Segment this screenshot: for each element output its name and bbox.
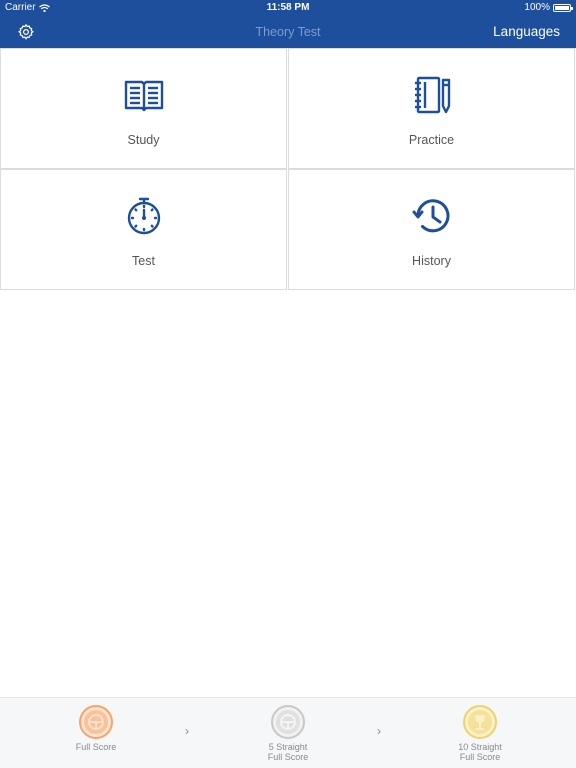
chevron-right-icon: ›	[377, 724, 381, 738]
study-label: Study	[127, 133, 160, 147]
test-label: Test	[132, 254, 155, 268]
battery-icon	[553, 3, 573, 12]
achievement-caption: Full Score	[36, 742, 156, 752]
practice-label: Practice	[408, 133, 455, 147]
history-label: History	[412, 254, 451, 268]
study-tile[interactable]: Study	[0, 48, 287, 169]
achievement-caption-line1: Full Score	[75, 742, 117, 752]
achievement-5-straight[interactable]: 5 Straight Full Score	[228, 704, 348, 762]
achievement-caption-line2: Full Score	[267, 752, 309, 762]
practice-tile[interactable]: Practice	[288, 48, 575, 169]
status-bar: Carrier 11:58 PM 100%	[0, 0, 576, 16]
achievement-full-score[interactable]: Full Score	[36, 704, 156, 752]
chevron-right-icon: ›	[185, 724, 189, 738]
book-icon	[124, 80, 163, 112]
steering-wheel-badge-icon	[79, 705, 113, 739]
history-tile[interactable]: History	[288, 169, 575, 290]
achievement-caption-line1: 5 Straight	[268, 742, 308, 752]
steering-wheel-badge-icon	[271, 705, 305, 739]
achievement-caption-line1: 10 Straight	[458, 742, 502, 752]
battery-indicator: 100%	[524, 2, 573, 13]
battery-percent: 100%	[524, 2, 550, 13]
achievement-caption-line2: Full Score	[459, 752, 501, 762]
navigation-bar: Theory Test Languages	[0, 16, 576, 48]
history-icon	[412, 199, 449, 233]
achievement-caption: 5 Straight Full Score	[228, 742, 348, 762]
trophy-badge-icon	[463, 705, 497, 739]
achievement-caption: 10 Straight Full Score	[420, 742, 540, 762]
notebook-pencil-icon	[414, 76, 450, 114]
achievements-bar: Full Score › 5 Straight Full Score › 10 …	[0, 697, 576, 768]
languages-button[interactable]: Languages	[493, 24, 560, 39]
main-menu-grid: Study Practice Test History	[0, 48, 576, 291]
status-time: 11:58 PM	[266, 2, 310, 13]
achievement-10-straight[interactable]: 10 Straight Full Score	[420, 704, 540, 762]
test-tile[interactable]: Test	[0, 169, 287, 290]
page-title: Theory Test	[255, 25, 321, 39]
stopwatch-icon	[127, 197, 160, 235]
